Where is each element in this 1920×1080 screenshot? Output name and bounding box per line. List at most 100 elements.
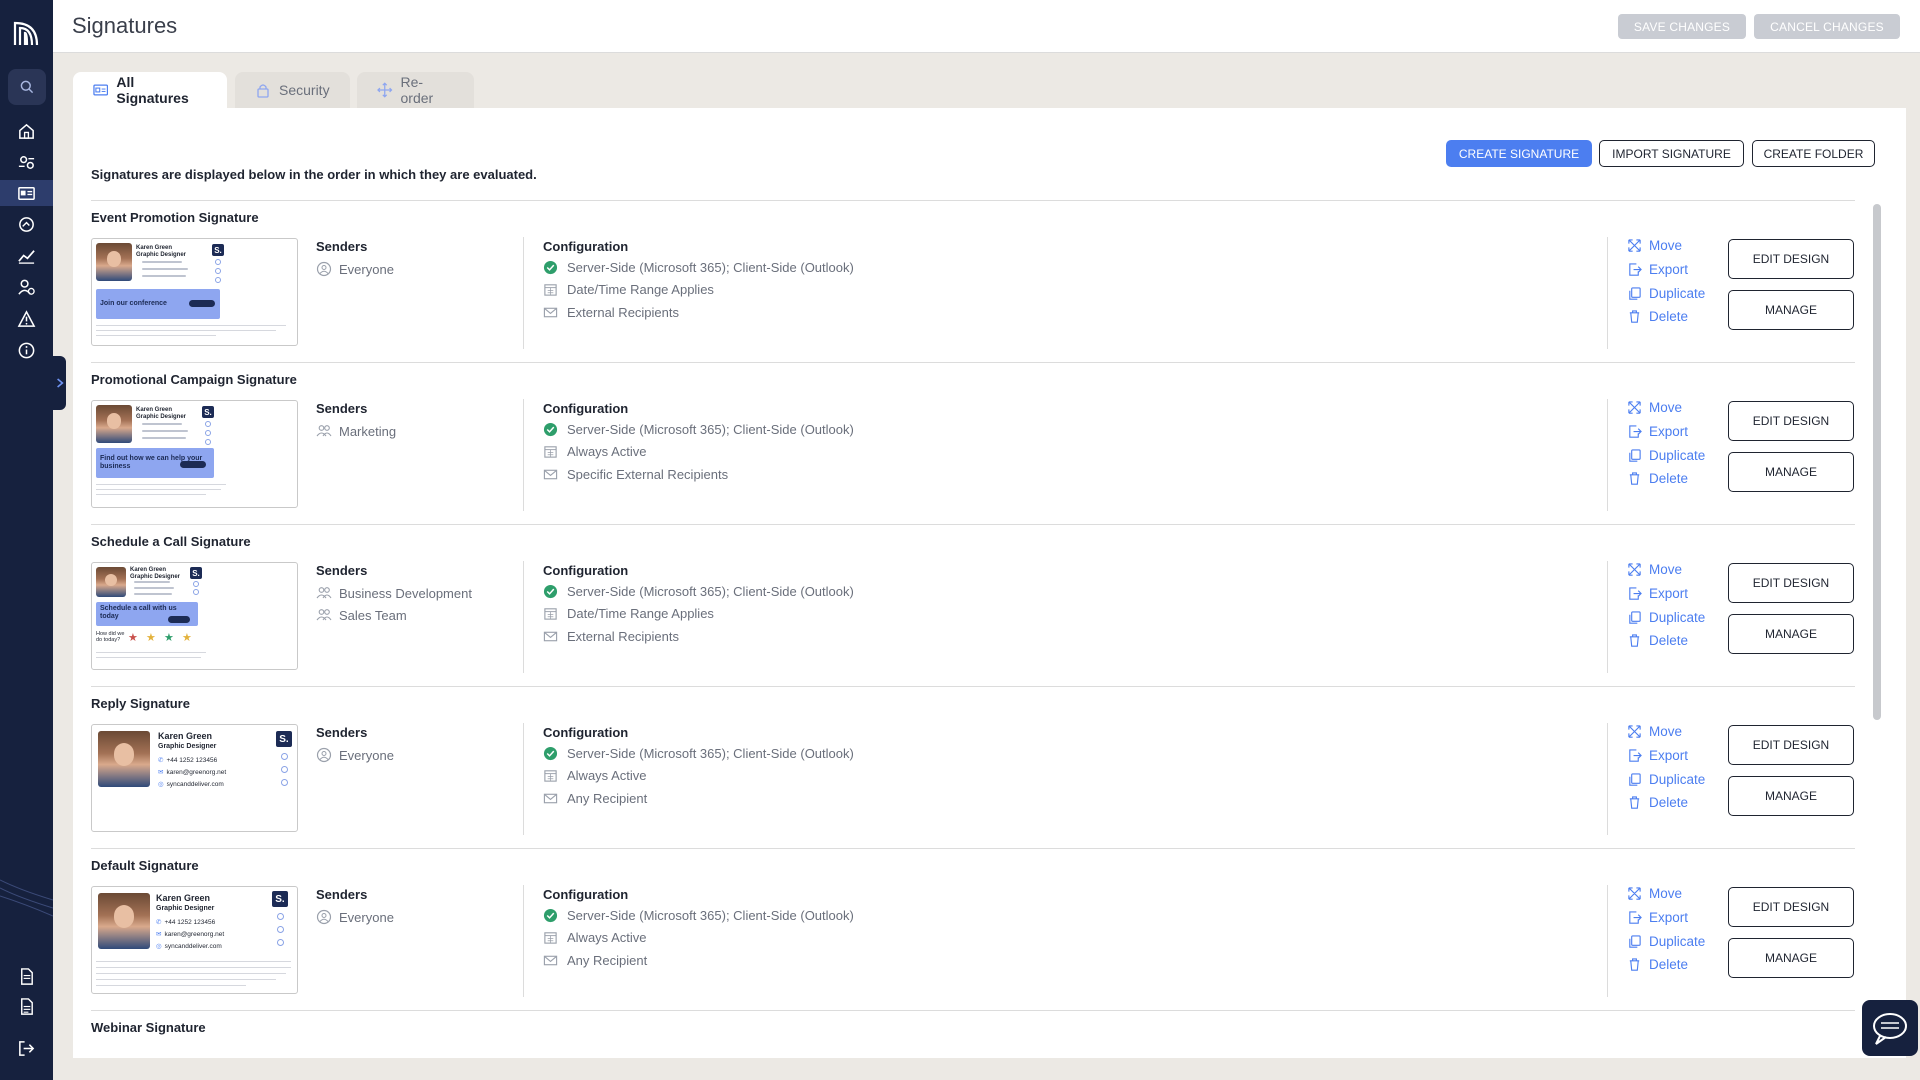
signatures-panel: CREATE SIGNATURE IMPORT SIGNATURE CREATE…: [73, 108, 1906, 1058]
globe-user-icon: [316, 909, 332, 925]
export-action[interactable]: Export: [1627, 748, 1688, 763]
duplicate-action[interactable]: Duplicate: [1627, 772, 1705, 787]
check-circle-icon: [543, 746, 558, 761]
sidebar-expand-button[interactable]: [53, 356, 66, 410]
avatar: [96, 567, 126, 597]
delete-action[interactable]: Delete: [1627, 309, 1688, 324]
users-icon[interactable]: [13, 274, 39, 300]
edit-design-button[interactable]: EDIT DESIGN: [1728, 239, 1854, 279]
config-item: Always Active: [543, 444, 646, 459]
move-action[interactable]: Move: [1627, 562, 1682, 577]
document-icon[interactable]: [13, 963, 39, 989]
create-folder-button[interactable]: CREATE FOLDER: [1752, 140, 1875, 167]
duplicate-action[interactable]: Duplicate: [1627, 448, 1705, 463]
report-icon[interactable]: [13, 993, 39, 1019]
tab-reorder[interactable]: Re-order: [357, 72, 474, 108]
check-circle-icon: [543, 908, 558, 923]
sender-item: Everyone: [316, 747, 394, 763]
configuration-heading: Configuration: [543, 401, 629, 416]
signature-preview[interactable]: Karen Green Graphic Designer ✆ +44 1252 1…: [91, 724, 298, 832]
manage-button[interactable]: MANAGE: [1728, 614, 1854, 654]
app-logo[interactable]: [12, 20, 40, 48]
analytics-icon[interactable]: [13, 242, 39, 268]
manage-button[interactable]: MANAGE: [1728, 776, 1854, 816]
check-circle-icon: [543, 260, 558, 275]
save-changes-button[interactable]: SAVE CHANGES: [1618, 14, 1746, 39]
decorative-wave: [0, 879, 53, 917]
tab-security[interactable]: Security: [235, 72, 350, 108]
signature-preview[interactable]: Karen Green Graphic Designer S. Join our …: [91, 238, 298, 346]
export-action[interactable]: Export: [1627, 262, 1688, 277]
edit-design-button[interactable]: EDIT DESIGN: [1728, 887, 1854, 927]
globe-user-icon: [316, 261, 332, 277]
signature-preview[interactable]: Karen Green Graphic Designer S. Find out …: [91, 400, 298, 508]
warning-icon[interactable]: [13, 306, 39, 332]
edit-design-button[interactable]: EDIT DESIGN: [1728, 725, 1854, 765]
preview-text: How did we do today?: [96, 631, 125, 643]
duplicate-action[interactable]: Duplicate: [1627, 610, 1705, 625]
calendar-icon: [544, 608, 557, 620]
config-item: Server-Side (Microsoft 365); Client-Side…: [543, 584, 854, 599]
signature-row: Reply Signature Karen Green Graphic Desi…: [91, 686, 1855, 848]
export-action[interactable]: Export: [1627, 424, 1688, 439]
sidebar: [0, 0, 53, 1080]
sender-item: Business Development: [316, 585, 472, 601]
chat-support-button[interactable]: [1862, 1000, 1918, 1056]
delete-action[interactable]: Delete: [1627, 957, 1688, 972]
calendar-icon: [544, 446, 557, 458]
scrollbar-thumb[interactable]: [1873, 204, 1881, 720]
move-action[interactable]: Move: [1627, 724, 1682, 739]
create-signature-button[interactable]: CREATE SIGNATURE: [1446, 140, 1592, 167]
logout-icon[interactable]: [13, 1035, 39, 1061]
preview-title: Graphic Designer: [158, 743, 217, 750]
preview-phone: ✆ +44 1252 123456: [158, 757, 218, 764]
preview-text: Karen Green Graphic Designer: [136, 245, 187, 258]
manage-button[interactable]: MANAGE: [1728, 290, 1854, 330]
cancel-changes-button[interactable]: CANCEL CHANGES: [1754, 14, 1900, 39]
preview-web: ◎ syncanddeliver.com: [158, 781, 224, 788]
delete-action[interactable]: Delete: [1627, 471, 1688, 486]
move-action[interactable]: Move: [1627, 238, 1682, 253]
config-item: Always Active: [543, 768, 646, 783]
brand-logo-icon: S.: [212, 244, 224, 256]
duplicate-action[interactable]: Duplicate: [1627, 934, 1705, 949]
senders-heading: Senders: [316, 239, 368, 254]
settings-icon[interactable]: [13, 149, 39, 175]
signatures-icon[interactable]: [13, 180, 39, 206]
envelope-icon: [543, 307, 558, 318]
export-action[interactable]: Export: [1627, 910, 1688, 925]
move-action[interactable]: Move: [1627, 886, 1682, 901]
calendar-icon: [544, 770, 557, 782]
signature-name: Schedule a Call Signature: [91, 534, 251, 549]
signature-row: Default Signature Karen Green Graphic De…: [91, 848, 1855, 1010]
import-signature-button[interactable]: IMPORT SIGNATURE: [1599, 140, 1744, 167]
move-icon: [377, 82, 393, 98]
edit-design-button[interactable]: EDIT DESIGN: [1728, 401, 1854, 441]
config-item: Any Recipient: [543, 953, 647, 968]
copy-icon: [1629, 611, 1641, 624]
star-icon: ★: [164, 632, 174, 644]
duplicate-action[interactable]: Duplicate: [1627, 286, 1705, 301]
manage-button[interactable]: MANAGE: [1728, 452, 1854, 492]
preview-text: Karen Green Graphic Designer: [130, 567, 181, 580]
tab-all-signatures[interactable]: All Signatures: [73, 72, 227, 108]
campaigns-icon[interactable]: [13, 211, 39, 237]
move-action[interactable]: Move: [1627, 400, 1682, 415]
delete-action[interactable]: Delete: [1627, 795, 1688, 810]
export-action[interactable]: Export: [1627, 586, 1688, 601]
configuration-heading: Configuration: [543, 563, 629, 578]
search-icon[interactable]: [8, 69, 46, 105]
signature-preview[interactable]: Karen Green Graphic Designer S. Schedule …: [91, 562, 298, 670]
signature-preview[interactable]: Karen Green Graphic Designer ✆ +44 1252 1…: [91, 886, 298, 994]
info-icon[interactable]: [13, 337, 39, 363]
home-icon[interactable]: [13, 118, 39, 144]
star-icon: ★: [146, 632, 156, 644]
edit-design-button[interactable]: EDIT DESIGN: [1728, 563, 1854, 603]
sender-item: Marketing: [316, 423, 396, 439]
expand-icon: [1628, 401, 1641, 414]
manage-button[interactable]: MANAGE: [1728, 938, 1854, 978]
trash-icon: [1629, 472, 1640, 485]
delete-action[interactable]: Delete: [1627, 633, 1688, 648]
configuration-heading: Configuration: [543, 239, 629, 254]
calendar-icon: [544, 284, 557, 296]
